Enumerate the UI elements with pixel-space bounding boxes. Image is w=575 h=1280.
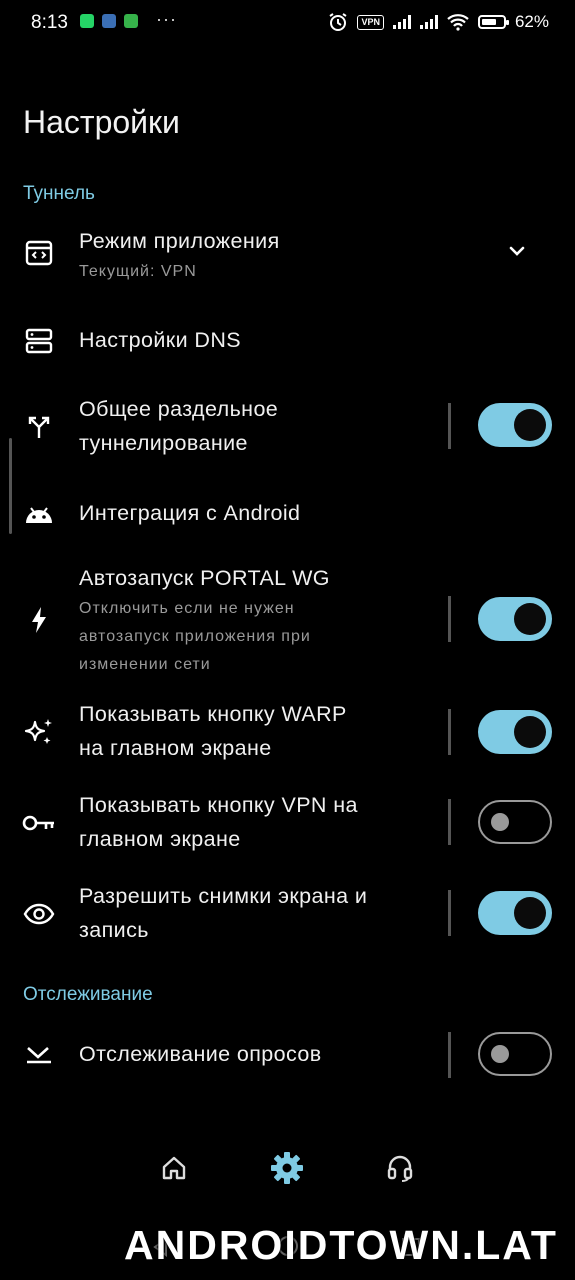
setting-title: Разрешить снимки экрана и [79,884,368,908]
setting-title: запись [79,918,149,942]
watermark: ANDROIDTOWN.LAT [124,1222,558,1268]
whatsapp-icon [80,14,94,28]
divider [448,709,451,755]
section-header-tracking: Отслеживание [23,984,153,1005]
setting-screenshots[interactable]: Разрешить снимки экрана и запись [0,879,575,949]
signal-2-icon [419,15,438,29]
toggle-knob [514,897,546,929]
setting-title: Общее раздельное [79,397,279,421]
vpn-status-icon: VPN [357,14,384,30]
setting-vpn-button[interactable]: Показывать кнопку VPN на главном экране [0,788,575,858]
setting-title: на главном экране [79,736,272,760]
toggle-knob [514,409,546,441]
poll-tracking-toggle[interactable] [478,1032,552,1076]
toggle-knob [514,603,546,635]
setting-warp-button[interactable]: Показывать кнопку WARP на главном экране [0,697,575,767]
status-time: 8:13 [31,12,68,33]
setting-title: Интеграция с Android [79,501,301,525]
nav-support-button[interactable] [372,1140,428,1196]
setting-title: Автозапуск PORTAL WG [79,566,330,590]
app-window-icon [22,236,56,270]
gear-icon [271,1152,303,1184]
poll-icon [22,1037,56,1071]
setting-title: Режим приложения [79,229,280,253]
alarm-icon [329,13,348,31]
nav-settings-button[interactable] [259,1140,315,1196]
vpn-button-toggle[interactable] [478,800,552,844]
section-header-tunnel: Туннель [23,183,95,204]
toggle-knob [514,716,546,748]
chevron-down-icon[interactable] [506,240,528,267]
setting-subtitle: Отключить если не нужен [79,600,295,617]
app-notification-icon [102,14,116,28]
bottom-navigation [0,1140,575,1200]
setting-title: Показывать кнопку WARP [79,702,347,726]
split-tunnel-toggle[interactable] [478,403,552,447]
setting-subtitle: автозапуск приложения при [79,628,311,645]
setting-autostart[interactable]: Автозапуск PORTAL WG Отключить если не н… [0,561,575,679]
status-bar: 8:13 ··· VPN 62% [0,0,575,46]
running-icon [124,14,138,28]
more-notifications-icon: ··· [156,9,177,29]
eye-icon [22,897,56,931]
page-title: Настройки [23,104,180,140]
battery-icon [477,15,509,29]
bolt-icon [22,603,56,637]
signal-icon [392,15,411,29]
setting-dns[interactable]: Настройки DNS [0,322,575,362]
key-icon [22,806,56,840]
wifi-icon [447,14,469,31]
setting-app-mode[interactable]: Режим приложения Текущий: VPN [0,222,575,288]
setting-poll-tracking[interactable]: Отслеживание опросов [0,1030,575,1080]
setting-title: Показывать кнопку VPN на [79,793,358,817]
screenshots-toggle[interactable] [478,891,552,935]
setting-android-integration[interactable]: Интеграция с Android [0,495,575,535]
scrollbar[interactable] [9,438,12,534]
divider [448,403,451,449]
sparkle-icon [22,715,56,749]
setting-subtitle: Текущий: VPN [79,263,197,280]
nav-home-button[interactable] [146,1140,202,1196]
autostart-toggle[interactable] [478,597,552,641]
divider [448,799,451,845]
battery-percent: 62% [514,12,549,31]
headset-icon [387,1155,413,1182]
split-arrow-icon [22,410,56,444]
dns-icon [22,324,56,358]
divider [448,890,451,936]
setting-subtitle: изменении сети [79,656,211,673]
toggle-knob [491,813,509,831]
setting-title: Отслеживание опросов [79,1042,322,1066]
home-icon [162,1156,186,1180]
setting-title: Настройки DNS [79,328,241,352]
notification-icons [80,14,138,28]
setting-split-tunnel[interactable]: Общее раздельное туннелирование [0,392,575,462]
toggle-knob [491,1045,509,1063]
divider [448,1032,451,1078]
setting-title: туннелирование [79,431,248,455]
divider [448,596,451,642]
status-right: VPN 62% [328,12,549,32]
setting-title: главном экране [79,827,241,851]
warp-button-toggle[interactable] [478,710,552,754]
android-icon [22,497,56,531]
